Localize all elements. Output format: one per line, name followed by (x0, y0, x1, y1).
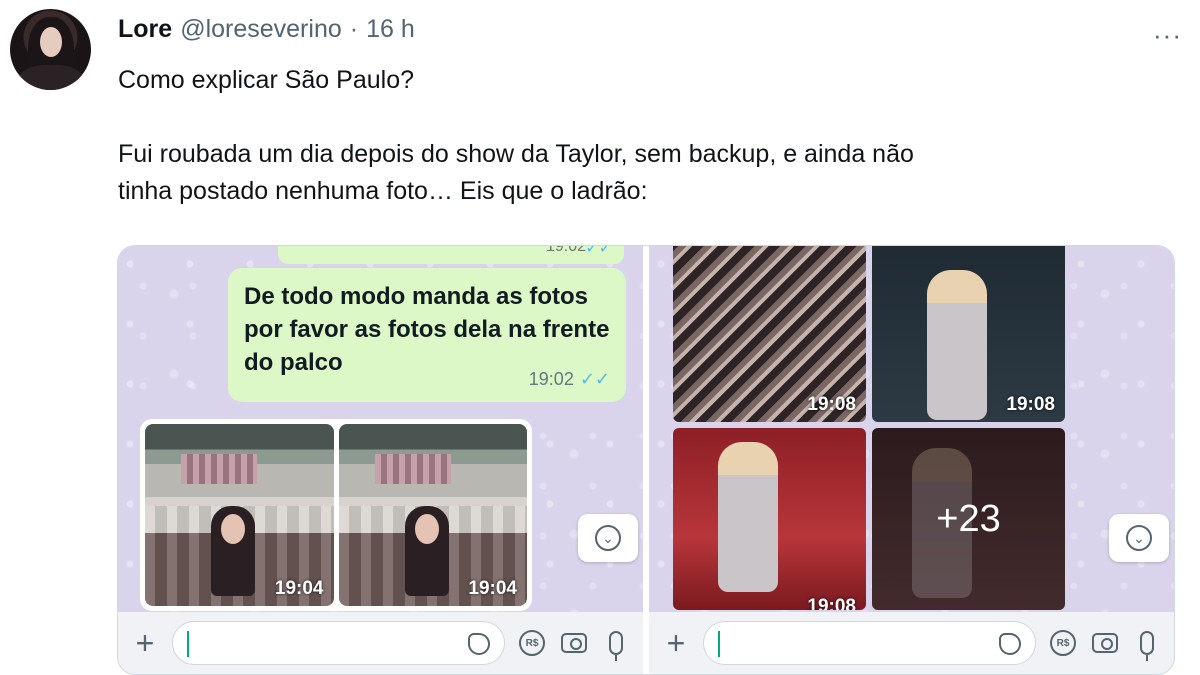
chat-screenshot-left[interactable]: 19:02 ✓✓ De todo modo manda as fotos por… (118, 246, 643, 674)
avatar[interactable] (10, 9, 91, 90)
stage-screen (181, 454, 257, 484)
message-composer: + R$ (118, 612, 643, 674)
scroll-down-button[interactable]: ⌄ (578, 514, 638, 562)
microphone-icon[interactable] (601, 628, 631, 661)
tweet-time[interactable]: 16 h (366, 15, 415, 44)
camera-icon[interactable] (559, 628, 589, 658)
tweet-text-line: Fui roubada um dia depois do show da Tay… (118, 140, 914, 168)
person-face (414, 514, 439, 544)
album-photo[interactable]: 19:08 (673, 428, 866, 610)
chevron-down-icon: ⌄ (595, 525, 621, 551)
person-face (221, 514, 245, 544)
text-caret (718, 631, 720, 657)
payment-icon[interactable]: R$ (1048, 628, 1078, 658)
message-time: 19:02 (545, 246, 586, 255)
singer (718, 442, 778, 592)
message-input[interactable] (172, 621, 505, 665)
tweet-text: Como explicar São Paulo? Fui roubada um … (118, 62, 1168, 210)
sticker-icon[interactable] (999, 633, 1021, 655)
author-name[interactable]: Lore (118, 15, 172, 44)
avatar-face (40, 27, 62, 57)
previous-message-bubble: 19:02 ✓✓ (278, 246, 624, 264)
album-photo[interactable]: 19:08 (673, 246, 866, 422)
message-text: De todo modo manda as fotos por favor as… (244, 283, 610, 376)
tweet-text-line: Como explicar São Paulo? (118, 66, 414, 94)
concert-photo[interactable]: 19:04 (338, 424, 527, 606)
message-time: 19:02 (528, 369, 574, 389)
photo-message[interactable]: 19:04 19:04 (140, 419, 532, 611)
more-options-icon[interactable]: ··· (1153, 20, 1182, 51)
author-handle[interactable]: @loreseverino (180, 15, 342, 44)
separator-dot: · (349, 15, 359, 43)
avatar-body (18, 65, 84, 90)
payment-label: R$ (1050, 630, 1076, 656)
plus-icon[interactable]: + (661, 625, 691, 662)
message-input[interactable] (703, 621, 1036, 665)
singer (927, 270, 987, 420)
sticker-icon[interactable] (468, 633, 490, 655)
payment-icon[interactable]: R$ (517, 628, 547, 658)
camera-icon[interactable] (1090, 628, 1120, 658)
photo-time: 19:08 (807, 394, 856, 415)
text-caret (187, 631, 189, 657)
payment-label: R$ (519, 630, 545, 656)
photo-time: 19:08 (807, 596, 856, 610)
concert-photo[interactable]: 19:04 (145, 424, 334, 606)
message-meta: 19:02 ✓✓ (529, 369, 610, 390)
tweet-media[interactable]: 19:02 ✓✓ De todo modo manda as fotos por… (117, 245, 1175, 675)
tweet-header: Lore @loreseverino · 16 h (118, 15, 415, 47)
album-photo-more[interactable]: +23 (872, 428, 1065, 610)
photo-time: 19:04 (274, 578, 324, 599)
album-photo[interactable]: 19:08 (872, 246, 1065, 422)
sent-message-bubble: De todo modo manda as fotos por favor as… (228, 268, 626, 402)
stage-screen (374, 454, 451, 484)
photo-time: 19:08 (1006, 394, 1055, 415)
photo-album[interactable]: 19:08 19:08 19:08 +23 (673, 246, 1065, 610)
message-composer: + R$ (649, 612, 1174, 674)
plus-icon[interactable]: + (130, 625, 160, 662)
read-ticks-icon: ✓✓ (579, 369, 610, 389)
more-photos-count: +23 (872, 428, 1065, 610)
chat-screenshot-right[interactable]: 19:08 19:08 19:08 +23 ⌄ + R$ (649, 246, 1174, 674)
photo-time: 19:04 (468, 578, 517, 599)
chevron-down-icon: ⌄ (1126, 525, 1152, 551)
tweet-text-line: tinha postado nenhuma foto… Eis que o la… (118, 177, 648, 205)
read-ticks-icon: ✓✓ (585, 246, 612, 257)
microphone-icon[interactable] (1132, 628, 1162, 661)
scroll-down-button[interactable]: ⌄ (1109, 514, 1169, 562)
